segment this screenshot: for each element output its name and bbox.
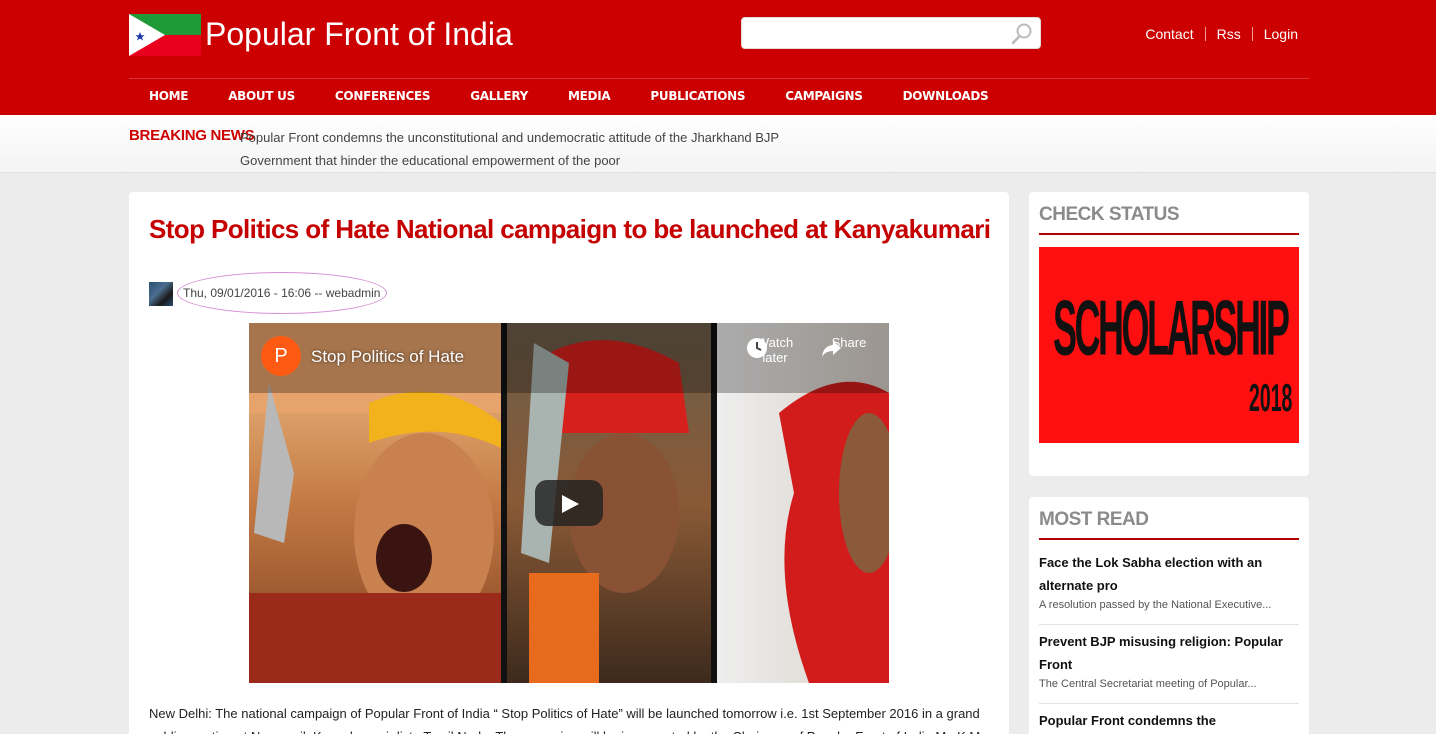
login-link[interactable]: Login — [1253, 26, 1309, 42]
most-read-heading: MOST READ — [1039, 509, 1149, 530]
scholarship-year: 2018 — [1249, 377, 1293, 420]
site-title[interactable]: Popular Front of India — [205, 16, 513, 53]
top-links: Contact Rss Login — [1134, 26, 1309, 42]
scholarship-word: SCHOLARSHIP — [1053, 284, 1290, 373]
most-read-title[interactable]: Prevent BJP misusing religion: Popular F… — [1039, 630, 1299, 676]
article-panel: Stop Politics of Hate National campaign … — [129, 192, 1009, 734]
play-button[interactable] — [535, 480, 603, 526]
nav-campaigns[interactable]: CAMPAIGNS — [765, 89, 882, 103]
video-title[interactable]: Stop Politics of Hate — [311, 347, 464, 367]
nav-home[interactable]: HOME — [129, 89, 208, 103]
nav-downloads[interactable]: DOWNLOADS — [883, 89, 1009, 103]
clock-icon — [747, 338, 767, 358]
nav-publications[interactable]: PUBLICATIONS — [630, 89, 765, 103]
post-meta: Thu, 09/01/2016 - 16:06 -- webadmin — [183, 286, 381, 300]
share-icon — [822, 341, 841, 357]
video-player[interactable]: P Stop Politics of Hate Watch later Shar… — [249, 323, 889, 683]
author-avatar — [149, 282, 173, 306]
nav-divider — [129, 78, 1309, 79]
breaking-news-bar: BREAKING NEWS Popular Front condemns the… — [0, 115, 1436, 173]
contact-link[interactable]: Contact — [1134, 26, 1204, 42]
most-read-excerpt: The Central Secretariat meeting of Popul… — [1039, 678, 1257, 690]
most-read-item[interactable]: Prevent BJP misusing religion: Popular F… — [1039, 630, 1299, 690]
scholarship-banner[interactable]: SCHOLARSHIP 2018 — [1039, 247, 1299, 443]
share-button[interactable]: Share — [819, 335, 879, 357]
nav-gallery[interactable]: GALLERY — [450, 89, 548, 103]
most-read-title[interactable]: Face the Lok Sabha election with an alte… — [1039, 551, 1299, 597]
article-body: New Delhi: The national campaign of Popu… — [149, 706, 984, 734]
most-read-title[interactable]: Popular Front condemns the — [1039, 709, 1299, 732]
logo-flag-icon[interactable] — [129, 14, 201, 56]
site-header: Popular Front of India Contact Rss Login… — [0, 0, 1436, 115]
article-title: Stop Politics of Hate National campaign … — [149, 214, 991, 244]
watch-later-button[interactable]: Watch later — [745, 335, 805, 365]
most-read-excerpt: A resolution passed by the National Exec… — [1039, 599, 1272, 611]
channel-avatar[interactable]: P — [261, 336, 301, 376]
nav-conferences[interactable]: CONFERENCES — [315, 89, 450, 103]
check-status-panel: CHECK STATUS SCHOLARSHIP 2018 — [1029, 192, 1309, 476]
most-read-item[interactable]: Face the Lok Sabha election with an alte… — [1039, 551, 1299, 611]
check-status-heading: CHECK STATUS — [1039, 204, 1180, 225]
rss-link[interactable]: Rss — [1206, 26, 1252, 42]
search-box — [741, 17, 1041, 49]
breaking-news-label: BREAKING NEWS — [129, 127, 255, 144]
most-read-item[interactable]: Popular Front condemns the — [1039, 709, 1299, 732]
nav-about-us[interactable]: ABOUT US — [208, 89, 315, 103]
search-icon[interactable] — [1010, 22, 1034, 46]
nav-media[interactable]: MEDIA — [548, 89, 630, 103]
item-divider — [1039, 624, 1299, 625]
item-divider — [1039, 703, 1299, 704]
search-input[interactable] — [750, 19, 1010, 47]
most-read-panel: MOST READ Face the Lok Sabha election wi… — [1029, 497, 1309, 734]
heading-rule — [1039, 538, 1299, 540]
heading-rule — [1039, 233, 1299, 235]
breaking-news-text[interactable]: Popular Front condemns the unconstitutio… — [240, 126, 800, 172]
main-nav: HOME ABOUT US CONFERENCES GALLERY MEDIA … — [129, 89, 1008, 103]
